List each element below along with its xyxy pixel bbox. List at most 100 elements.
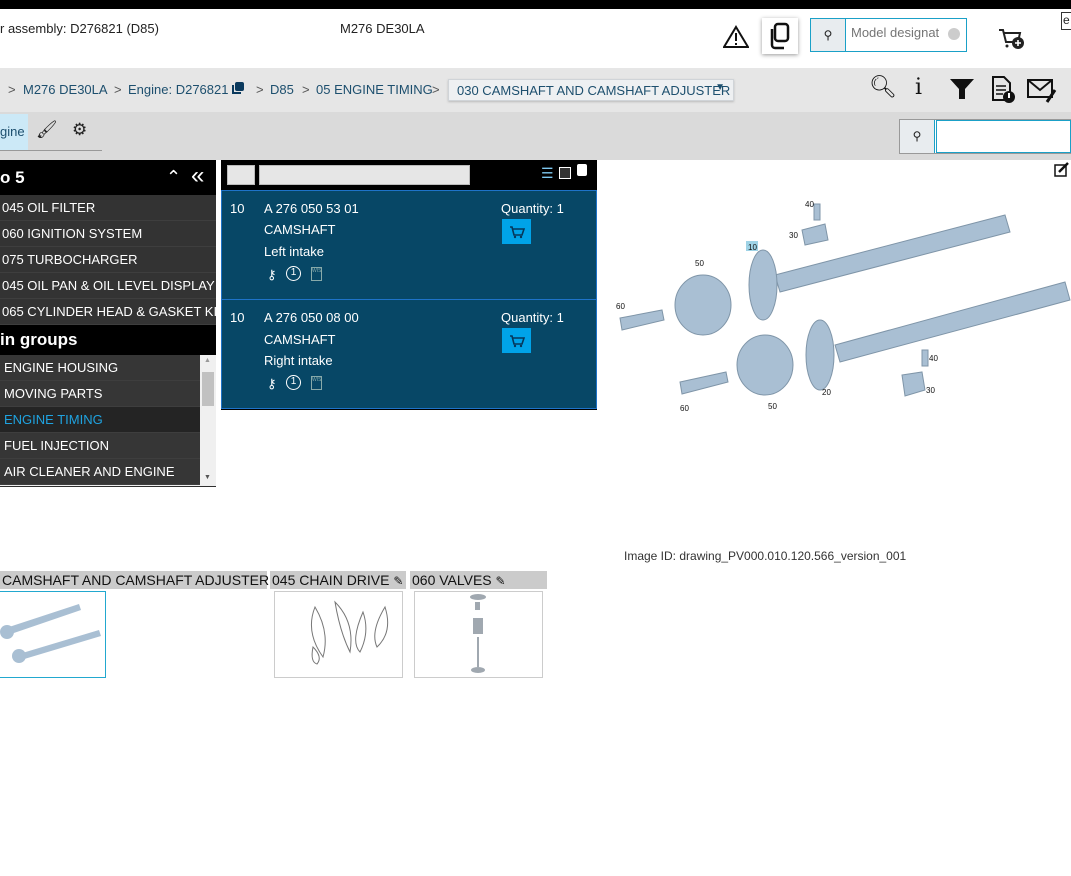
callout-label[interactable]: 50: [695, 259, 704, 268]
subgroups-header: o 5 ⌃ «: [0, 160, 216, 195]
breadcrumb: > M276 DE30LA > Engine: D276821 > D85 > …: [0, 68, 1071, 112]
callout-label[interactable]: 30: [789, 231, 798, 240]
zoom-in-icon[interactable]: 🔍︎: [869, 76, 897, 98]
thumbnail-camshaft[interactable]: [0, 591, 106, 678]
sprocket: [736, 334, 794, 396]
scrollbar[interactable]: ▲ ▼: [200, 355, 216, 486]
thumbnail-valves[interactable]: [414, 591, 543, 678]
breadcrumb-model[interactable]: M276 DE30LA: [23, 82, 108, 97]
copy-icon[interactable]: [231, 81, 245, 95]
subgroup-item[interactable]: 065 CYLINDER HEAD & GASKET KIT: [0, 299, 216, 325]
top-bar: [0, 0, 1071, 9]
callout-label[interactable]: 50: [768, 402, 777, 411]
callout-label[interactable]: 20: [822, 388, 831, 397]
screw: [813, 203, 821, 221]
callout-label[interactable]: 40: [929, 354, 938, 363]
part-row[interactable]: 10 A 276 050 53 01 CAMSHAFT Left intake …: [221, 190, 597, 300]
subgroup-item[interactable]: 045 OIL FILTER: [0, 195, 216, 221]
scroll-down-icon[interactable]: ▼: [204, 474, 211, 481]
edit-icon[interactable]: ✎: [393, 574, 403, 588]
bolt: [619, 309, 665, 331]
tab-bar: gine 🖌︎ ⚙︎ ⚲: [0, 112, 1071, 160]
tab-engine[interactable]: gine: [0, 114, 28, 150]
collapse-up-icon[interactable]: ⌃: [166, 160, 181, 195]
callout-label[interactable]: 10: [748, 243, 757, 252]
key-icon[interactable]: ⚷: [267, 376, 277, 392]
popout-icon[interactable]: [577, 164, 587, 176]
exploded-drawing[interactable]: 10 20 30 30 40 40 50 50 60 60: [600, 160, 1071, 420]
copy-icon: [770, 22, 790, 50]
camshaft-right[interactable]: [834, 281, 1071, 363]
subgroup-item[interactable]: 060 IGNITION SYSTEM: [0, 221, 216, 247]
add-to-cart-button[interactable]: [502, 328, 531, 353]
edit-icon[interactable]: [1054, 162, 1069, 177]
model-search[interactable]: ⚲: [810, 18, 967, 52]
main-group-item[interactable]: AIR CLEANER AND ENGINE: [0, 459, 200, 485]
mail-edit-icon[interactable]: [1027, 78, 1057, 104]
part-number[interactable]: A 276 050 08 00: [264, 310, 359, 325]
subgroup-item[interactable]: 045 OIL PAN & OIL LEVEL DISPLAY: [0, 273, 216, 299]
subgroup-item[interactable]: 075 TURBOCHARGER: [0, 247, 216, 273]
group-dropdown[interactable]: 030 CAMSHAFT AND CAMSHAFT ADJUSTER ▼: [448, 79, 734, 101]
part-row[interactable]: 10 A 276 050 08 00 CAMSHAFT Right intake…: [221, 299, 597, 409]
main-groups-header: in groups: [0, 325, 216, 355]
filter-box-pos[interactable]: [227, 165, 255, 185]
filter-icon[interactable]: [949, 78, 975, 100]
thumbnail-chain-drive[interactable]: [274, 591, 403, 678]
bearing-cap: [901, 371, 926, 397]
breadcrumb-engine-timing[interactable]: 05 ENGINE TIMING: [316, 82, 433, 97]
filter-box-text[interactable]: [259, 165, 470, 185]
bolt-icon[interactable]: ⚙︎: [72, 120, 87, 140]
part-position: 10: [230, 201, 245, 216]
info-circle-icon[interactable]: 1: [286, 266, 301, 281]
main-group-item-selected[interactable]: ENGINE TIMING: [0, 407, 200, 433]
part-desc: Left intake: [264, 244, 324, 259]
main-group-item[interactable]: ENGINE HOUSING: [0, 355, 200, 381]
info-icon[interactable]: i: [915, 77, 922, 99]
scrollbar-thumb[interactable]: [202, 372, 214, 406]
warning-icon[interactable]: [723, 25, 749, 49]
sprocket: [674, 274, 732, 336]
callout-label[interactable]: 40: [805, 200, 814, 209]
thumb-header: 045 CHAIN DRIVE ✎: [270, 571, 406, 589]
add-to-cart-button[interactable]: [502, 219, 531, 244]
cart-icon: [509, 225, 525, 238]
language-box[interactable]: e: [1061, 12, 1071, 30]
search-icon[interactable]: ⚲: [811, 19, 846, 51]
key-icon[interactable]: ⚷: [267, 267, 277, 283]
left-panel: o 5 ⌃ « 045 OIL FILTER 060 IGNITION SYST…: [0, 160, 216, 487]
copy-button[interactable]: [762, 18, 798, 54]
breadcrumb-engine[interactable]: Engine: D276821: [128, 82, 228, 97]
edit-icon[interactable]: ✎: [496, 574, 506, 588]
main-group-item[interactable]: FUEL INJECTION: [0, 433, 200, 459]
callout-label[interactable]: 30: [926, 386, 935, 395]
camshaft-left[interactable]: [774, 214, 1011, 293]
bolt: [679, 371, 729, 395]
wis-doc-icon[interactable]: WIS: [311, 267, 322, 281]
model-search-input[interactable]: [851, 25, 951, 40]
paint-icon[interactable]: 🖌︎: [36, 120, 58, 140]
cart-icon: [509, 334, 525, 347]
wis-doc-icon[interactable]: WIS: [311, 376, 322, 390]
adjuster-plate: [748, 249, 778, 321]
breadcrumb-d85[interactable]: D85: [270, 82, 294, 97]
info-circle-icon[interactable]: 1: [286, 375, 301, 390]
scroll-up-icon[interactable]: ▲: [204, 357, 211, 364]
cart-add-icon[interactable]: [998, 27, 1026, 51]
callout-label[interactable]: 60: [680, 404, 689, 413]
report-icon[interactable]: [991, 76, 1017, 104]
main-group-item[interactable]: MOVING PARTS: [0, 381, 200, 407]
part-number[interactable]: A 276 050 53 01: [264, 201, 359, 216]
caret-down-icon: ▼: [715, 82, 725, 93]
parts-search[interactable]: ⚲: [899, 119, 1071, 154]
list-icon[interactable]: ☰: [541, 165, 554, 182]
thumb-header: 060 VALVES ✎: [410, 571, 547, 589]
callout-label[interactable]: 60: [616, 302, 625, 311]
expand-icon[interactable]: [559, 167, 571, 179]
collapse-left-icon[interactable]: «: [191, 158, 204, 193]
clear-icon[interactable]: [948, 28, 960, 40]
tab-underline: [0, 150, 102, 151]
assembly-label: r assembly: D276821 (D85): [0, 21, 159, 36]
parts-search-input[interactable]: [936, 120, 1071, 153]
search-icon[interactable]: ⚲: [900, 120, 935, 153]
